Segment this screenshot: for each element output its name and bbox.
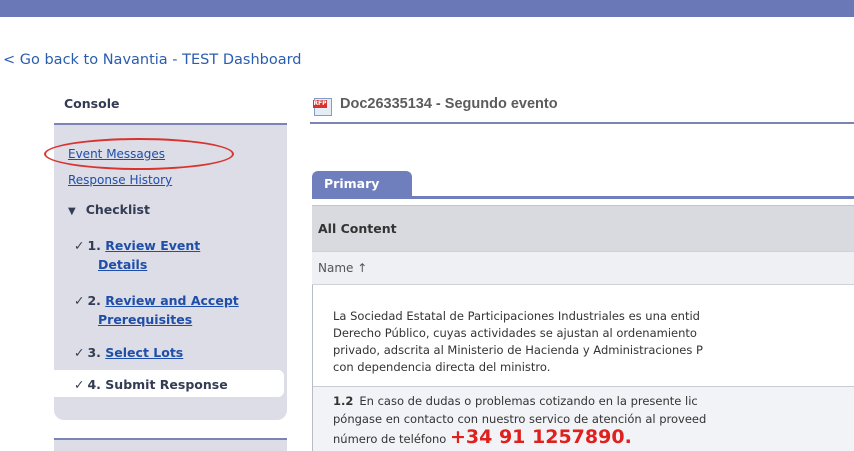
checkmark-icon: ✓ (74, 345, 85, 360)
checklist-step-3: ✓ 3. Select Lots (74, 345, 184, 360)
checkmark-icon: ✓ (74, 293, 85, 308)
title-divider (310, 122, 854, 124)
document-title: Doc26335134 - Segundo evento (340, 96, 558, 112)
checklist-step-4[interactable]: ✓ 4. Submit Response (74, 375, 228, 394)
select-lots-link[interactable]: Select Lots (105, 345, 183, 360)
triangle-down-icon: ▼ (68, 206, 76, 217)
name-sort-label[interactable]: Name ↑ (318, 261, 367, 275)
intro-paragraph: La Sociedad Estatal de Participaciones I… (333, 309, 703, 374)
checklist-step-2: ✓ 2. Review and Accept Prerequisites (74, 293, 239, 327)
checklist-step-1: ✓ 1. Review Event Details (74, 238, 201, 272)
all-content-label: All Content (318, 221, 397, 236)
review-event-details-link[interactable]: Review Event (105, 238, 200, 253)
phone-number: +34 91 1257890 (449, 426, 625, 448)
tab-underline (312, 196, 854, 199)
back-to-dashboard-link[interactable]: < Go back to Navantia - TEST Dashboard (3, 52, 302, 68)
response-history-link[interactable]: Response History (68, 173, 172, 187)
review-event-details-link-cont[interactable]: Details (98, 257, 147, 272)
sidebar-bottom-panel (54, 440, 287, 451)
console-divider (54, 123, 287, 125)
submit-response-label: Submit Response (105, 377, 228, 392)
tab-primary[interactable]: Primary (312, 171, 412, 197)
checkmark-icon: ✓ (74, 377, 85, 392)
highlight-annotation (44, 138, 234, 170)
checklist-header[interactable]: ▼ Checklist (68, 202, 150, 217)
item-1-2-text: 1.2 En caso de dudas o problemas cotizand… (333, 394, 707, 426)
checkmark-icon: ✓ (74, 238, 85, 253)
top-banner (0, 0, 854, 17)
name-column-header[interactable] (312, 251, 854, 285)
console-title: Console (64, 96, 120, 111)
rfp-document-icon: RFP (313, 98, 332, 116)
phone-line: número de teléfono +34 91 1257890. (333, 426, 632, 448)
review-accept-prerequisites-link[interactable]: Review and Accept (105, 293, 238, 308)
review-accept-prerequisites-link-cont[interactable]: Prerequisites (98, 312, 192, 327)
